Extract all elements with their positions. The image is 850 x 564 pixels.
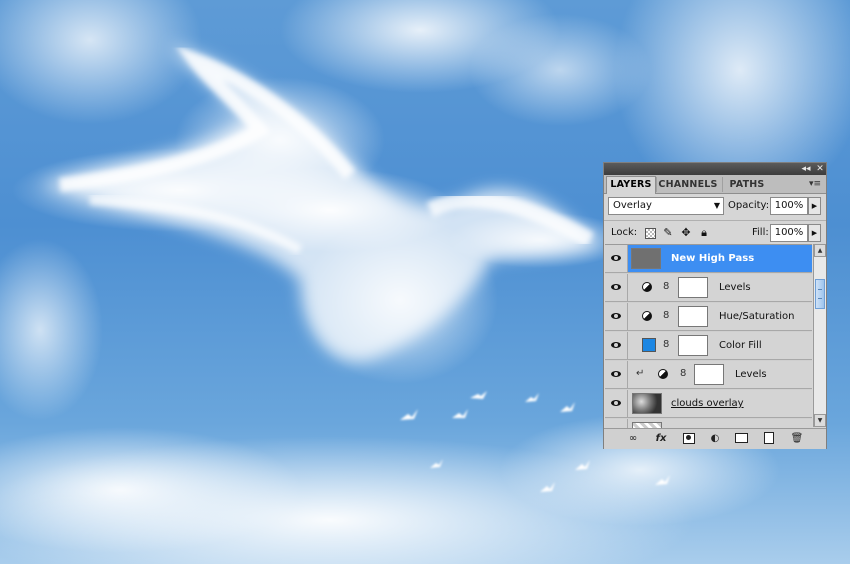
small-bird (470, 391, 487, 399)
chain-link-icon[interactable]: 8 (663, 309, 669, 323)
layers-list[interactable]: New High Pass 8 Levels 8 Hue/Saturation (605, 244, 812, 428)
scrollbar-thumb[interactable] (815, 279, 825, 309)
layer-name[interactable]: Color Fill (719, 332, 762, 359)
small-bird (525, 393, 539, 402)
blend-mode-value: Overlay (613, 200, 652, 211)
eye-icon (611, 284, 621, 290)
layer-mask-thumbnail[interactable] (694, 364, 724, 385)
visibility-toggle[interactable] (605, 303, 628, 330)
lock-transparent-icon[interactable] (643, 225, 657, 241)
adjustment-layer-icon (658, 369, 668, 379)
new-group-icon[interactable] (732, 431, 750, 447)
fill-label[interactable]: Fill: (752, 225, 769, 241)
close-icon[interactable]: ✕ (814, 163, 826, 175)
small-bird (655, 475, 670, 485)
add-mask-icon[interactable] (680, 431, 698, 447)
small-bird (560, 402, 575, 412)
small-bird (430, 459, 443, 468)
visibility-toggle[interactable] (605, 274, 628, 301)
adjustment-layer-icon (642, 311, 652, 321)
layer-row[interactable]: clouds overlay (605, 390, 812, 418)
layer-name[interactable]: Levels (735, 361, 767, 388)
small-bird (540, 482, 555, 492)
chain-link-icon[interactable]: 8 (663, 280, 669, 294)
small-bird (452, 409, 468, 418)
visibility-toggle[interactable] (605, 332, 628, 359)
layer-name[interactable]: Hue/Saturation (719, 303, 795, 330)
chain-link-icon[interactable]: 8 (663, 338, 669, 352)
opacity-slider-button[interactable]: ▶ (808, 197, 821, 215)
scroll-down-arrow-icon[interactable]: ▼ (814, 414, 826, 427)
layer-row[interactable]: 8 Levels (605, 274, 812, 302)
lock-position-icon[interactable]: ✥ (679, 225, 693, 241)
scroll-up-arrow-icon[interactable]: ▲ (814, 244, 826, 257)
eye-icon (611, 255, 621, 261)
new-layer-icon[interactable] (760, 431, 778, 447)
clipping-arrow-icon: ↵ (636, 368, 645, 379)
layer-thumbnail (631, 248, 661, 269)
tab-paths[interactable]: PATHS (722, 177, 771, 192)
adjustment-layer-icon (642, 282, 652, 292)
layer-name[interactable]: Levels (719, 274, 751, 301)
layer-mask-thumbnail[interactable] (678, 306, 708, 327)
collapse-icon[interactable]: ◂◂ (800, 163, 812, 175)
layer-row[interactable]: New High Pass (605, 245, 812, 273)
lock-image-icon[interactable]: ✎ (661, 225, 675, 241)
layer-name[interactable]: clouds overlay (671, 390, 744, 417)
layers-bottom-toolbar: ∞ fx ◐ 🗑︎ (604, 428, 826, 449)
layers-scrollbar[interactable]: ▲ ▼ (813, 244, 826, 427)
layer-row[interactable]: 8 Color Fill (605, 332, 812, 360)
blend-row: Overlay ▼ Opacity: 100% ▶ (604, 194, 826, 220)
visibility-toggle[interactable] (605, 361, 628, 388)
chain-link-icon[interactable]: 8 (680, 367, 686, 381)
trash-icon[interactable]: 🗑︎ (788, 431, 806, 447)
panel-tabs: LAYERS CHANNELS PATHS ▾≡ (604, 175, 826, 194)
layer-name[interactable]: New High Pass (671, 245, 754, 272)
panel-menu-icon[interactable]: ▾≡ (807, 178, 823, 190)
layer-row[interactable]: 8 Hue/Saturation (605, 303, 812, 331)
visibility-toggle[interactable] (605, 419, 628, 428)
blend-mode-select[interactable]: Overlay ▼ (608, 197, 724, 215)
layers-panel: ◂◂ ✕ LAYERS CHANNELS PATHS ▾≡ Overlay ▼ … (603, 162, 827, 449)
eye-icon (611, 371, 621, 377)
small-bird (575, 460, 590, 470)
chevron-down-icon: ▼ (713, 201, 720, 210)
eye-icon (611, 400, 621, 406)
layer-row[interactable] (605, 419, 812, 428)
tab-channels[interactable]: CHANNELS (656, 177, 719, 192)
fill-slider-button[interactable]: ▶ (808, 224, 821, 242)
link-layers-icon[interactable]: ∞ (624, 431, 642, 447)
opacity-input[interactable]: 100% (770, 197, 808, 215)
eye-icon (611, 313, 621, 319)
small-bird (400, 409, 418, 420)
fx-icon[interactable]: fx (652, 431, 670, 447)
layer-mask-thumbnail[interactable] (678, 277, 708, 298)
layer-row[interactable]: ↵ 8 Levels (605, 361, 812, 389)
tab-layers[interactable]: LAYERS (606, 176, 656, 194)
layer-thumbnail (632, 393, 662, 414)
visibility-toggle[interactable] (605, 390, 628, 417)
layer-mask-thumbnail[interactable] (678, 335, 708, 356)
color-fill-swatch[interactable] (642, 338, 656, 352)
opacity-label[interactable]: Opacity: (728, 197, 769, 215)
lock-label: Lock: (611, 227, 638, 238)
lock-row: Lock: ✎ ✥ 🔒︎ Fill: 100% ▶ (604, 220, 826, 245)
panel-titlebar[interactable]: ◂◂ ✕ (604, 163, 826, 175)
visibility-toggle[interactable] (605, 245, 628, 272)
lock-all-icon[interactable]: 🔒︎ (697, 225, 711, 241)
adjustment-layer-icon[interactable]: ◐ (706, 431, 724, 447)
eye-icon (611, 342, 621, 348)
fill-input[interactable]: 100% (770, 224, 808, 242)
